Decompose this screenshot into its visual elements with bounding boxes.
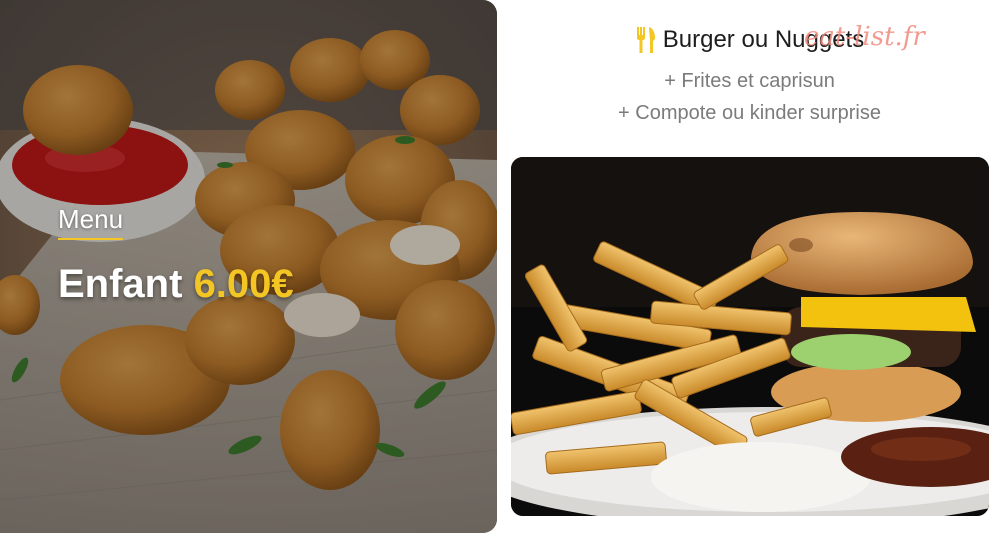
watermark: eat-list.fr [804,22,925,52]
menu-line-dessert: + Compote ou kinder surprise [618,102,881,124]
menu-page: Menu Enfant 6.00€ Burger ou Nuggets + Fr… [0,0,989,533]
fork-knife-icon [636,27,655,53]
hero-card[interactable]: Menu Enfant 6.00€ [0,0,497,533]
hero-title-text: Enfant [58,262,183,306]
hero-title: Enfant 6.00€ [58,262,294,307]
burger-fries-image [511,157,989,516]
hero-price: 6.00€ [193,262,294,306]
burger-photo-card[interactable] [511,157,989,516]
hero-menu-label: Menu [58,204,124,240]
menu-line-fries: + Frites et caprisun [664,70,835,92]
